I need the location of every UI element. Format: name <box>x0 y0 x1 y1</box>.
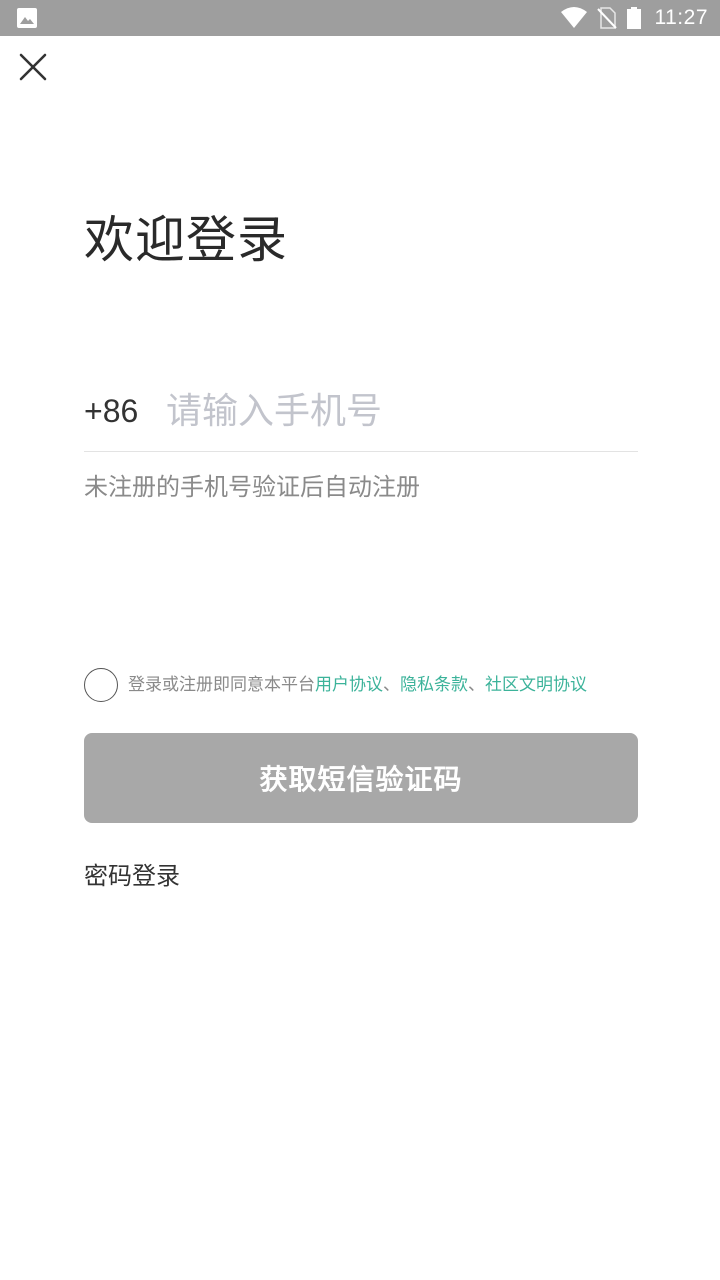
phone-row: +86 <box>84 372 638 452</box>
agreement-separator: 、 <box>468 675 485 695</box>
close-icon <box>19 53 47 85</box>
agreement-prefix: 登录或注册即同意本平台 <box>128 675 315 695</box>
no-sim-icon <box>596 7 617 29</box>
wifi-icon <box>560 7 587 29</box>
user-agreement-link[interactable]: 用户协议 <box>315 675 383 695</box>
battery-icon <box>626 7 641 29</box>
community-agreement-link[interactable]: 社区文明协议 <box>485 675 587 695</box>
password-login-link[interactable]: 密码登录 <box>84 858 180 894</box>
status-time: 11:27 <box>654 6 708 29</box>
status-bar: 11:27 <box>0 0 720 36</box>
agreement-separator: 、 <box>383 675 400 695</box>
agree-checkbox[interactable] <box>84 668 118 702</box>
country-code[interactable]: +86 <box>84 393 166 430</box>
register-hint: 未注册的手机号验证后自动注册 <box>84 473 420 501</box>
status-icons: 11:27 <box>560 0 709 36</box>
privacy-link[interactable]: 隐私条款 <box>400 675 468 695</box>
agreement-text: 登录或注册即同意本平台用户协议、隐私条款、社区文明协议 <box>128 666 587 704</box>
get-sms-code-button[interactable]: 获取短信验证码 <box>84 733 638 823</box>
close-button[interactable] <box>14 50 52 88</box>
image-icon <box>16 7 38 29</box>
page-title: 欢迎登录 <box>84 211 288 269</box>
agreement-row: 登录或注册即同意本平台用户协议、隐私条款、社区文明协议 <box>84 666 664 704</box>
phone-input[interactable] <box>166 381 638 442</box>
